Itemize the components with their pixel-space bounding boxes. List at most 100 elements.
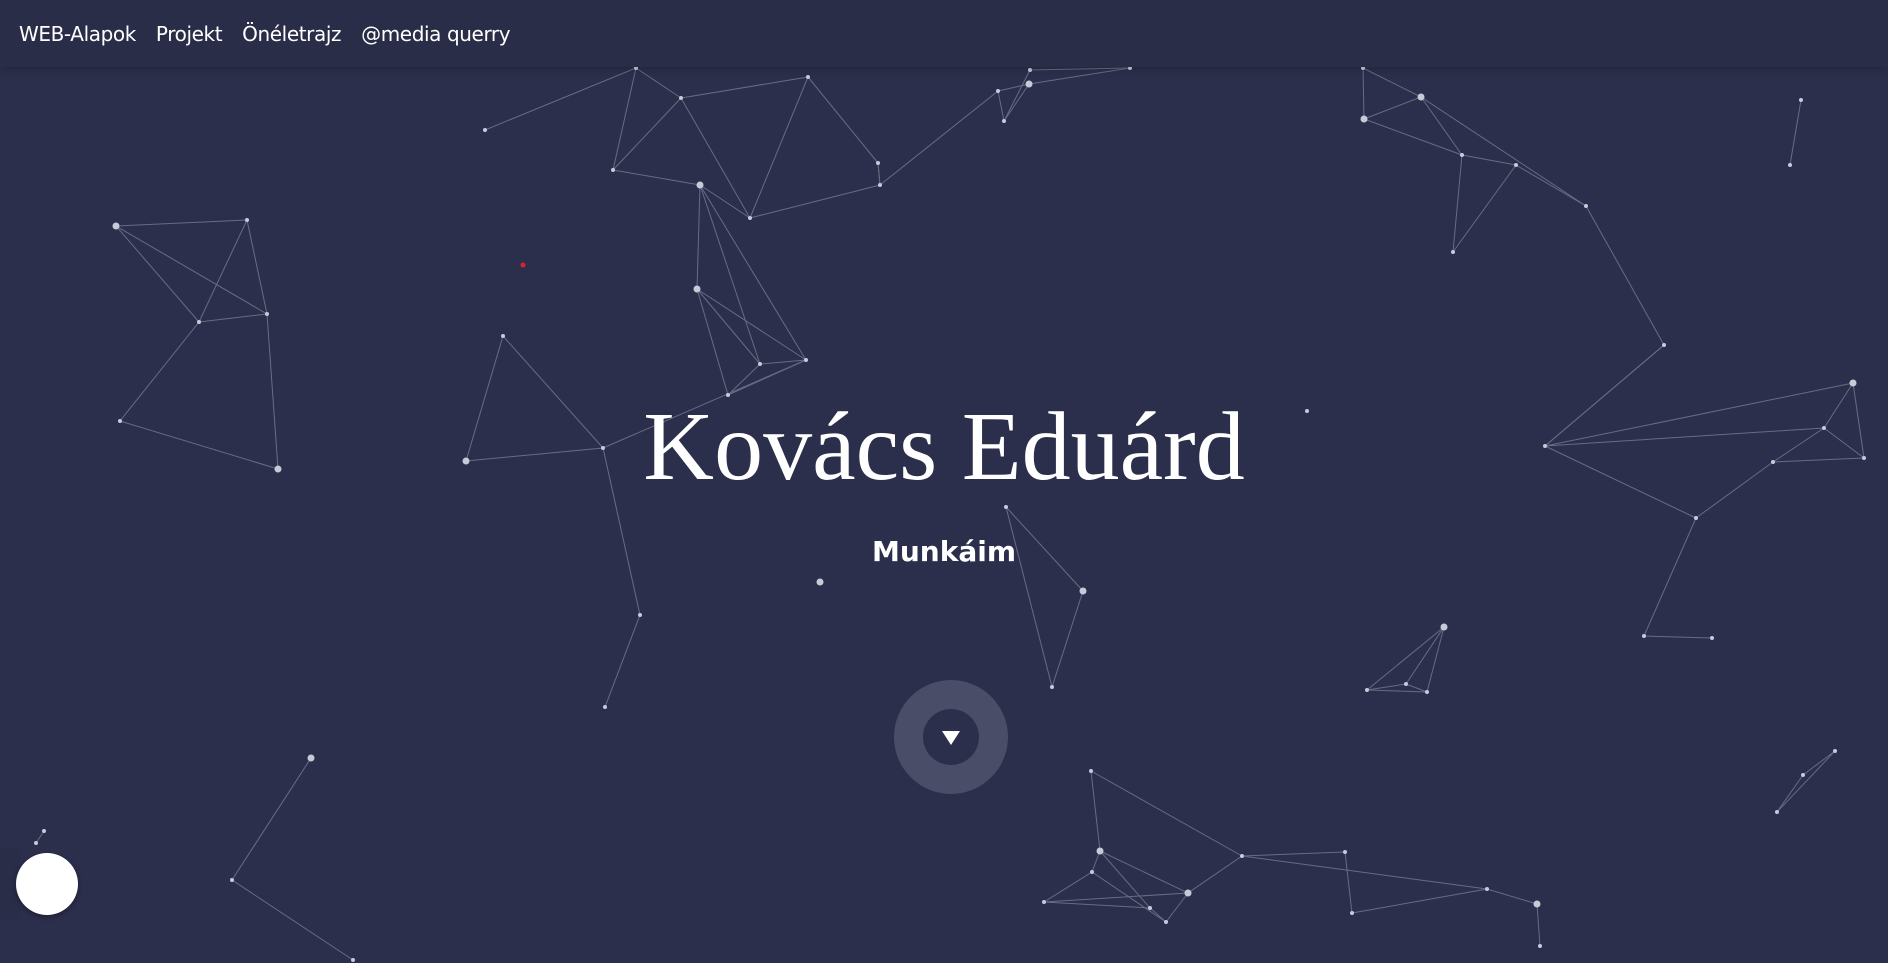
network-line <box>1426 626 1445 693</box>
nav-link-web-alapok[interactable]: WEB-Alapok <box>19 22 136 46</box>
network-line <box>1344 851 1353 914</box>
network-line <box>749 76 809 219</box>
network-dot <box>1425 690 1429 694</box>
network-line <box>1090 770 1243 857</box>
scroll-down-button[interactable] <box>894 680 1008 794</box>
network-line <box>1363 118 1463 156</box>
nav-link-oneletrajz[interactable]: Önéletrajz <box>242 22 341 46</box>
network-line <box>1362 67 1422 98</box>
network-dot <box>996 89 1000 93</box>
network-dot <box>1240 854 1244 858</box>
network-line <box>699 184 751 219</box>
network-dot <box>307 754 315 762</box>
network-line <box>1241 851 1346 857</box>
network-line <box>1351 888 1488 914</box>
network-line <box>1090 770 1101 852</box>
network-dot <box>1662 343 1666 347</box>
network-dot <box>1833 749 1837 753</box>
network-line <box>1043 892 1189 903</box>
network-dot <box>878 183 882 187</box>
network-line <box>1028 67 1131 85</box>
network-line <box>1043 901 1151 909</box>
network-line <box>35 830 45 844</box>
network-dot <box>265 312 269 316</box>
network-line <box>1536 903 1541 947</box>
network-line <box>612 169 701 186</box>
network-dot <box>1089 769 1093 773</box>
network-line <box>1366 626 1445 691</box>
network-dot <box>1360 115 1368 123</box>
network-dot <box>1533 900 1541 908</box>
network-dot <box>1025 80 1033 88</box>
network-dot <box>1096 847 1104 855</box>
network-line <box>1789 99 1802 166</box>
accent-dot <box>520 262 526 268</box>
network-line <box>1405 626 1445 685</box>
network-dot <box>1584 204 1588 208</box>
network-line <box>1452 154 1463 253</box>
network-line <box>696 288 729 396</box>
network-line <box>727 363 761 396</box>
network-line <box>699 184 761 365</box>
network-dot <box>1148 906 1152 910</box>
hero-section: WEB-Alapok Projekt Önéletrajz @media que… <box>0 0 1888 963</box>
network-line <box>231 879 354 961</box>
network-line <box>1241 855 1488 890</box>
network-dot <box>876 161 880 165</box>
network-dot <box>1417 93 1425 101</box>
network-dot <box>112 222 120 230</box>
network-dot <box>806 75 810 79</box>
network-line <box>1776 774 1804 813</box>
network-line <box>879 90 999 186</box>
network-line <box>1643 635 1713 639</box>
network-line <box>246 219 268 315</box>
network-line <box>807 76 879 164</box>
network-dot <box>1090 870 1094 874</box>
network-line <box>612 67 637 171</box>
network-dot <box>1538 944 1542 948</box>
network-line <box>484 67 637 131</box>
network-dot <box>1799 98 1803 102</box>
network-dot <box>1350 911 1354 915</box>
network-dot <box>1050 685 1054 689</box>
network-dot <box>501 334 505 338</box>
hero-subtitle[interactable]: Munkáim <box>0 532 1888 572</box>
network-dot <box>1002 119 1006 123</box>
network-dot <box>603 705 607 709</box>
network-dot <box>1775 810 1779 814</box>
network-line <box>604 614 641 708</box>
network-line <box>1099 850 1151 909</box>
network-dot <box>1849 379 1857 387</box>
network-dot <box>1710 636 1714 640</box>
scroll-down-inner <box>923 709 979 765</box>
network-line <box>1776 750 1836 813</box>
nav-link-projekt[interactable]: Projekt <box>156 22 223 46</box>
network-dot <box>1642 634 1646 638</box>
network-dot <box>638 613 642 617</box>
network-line <box>1461 154 1517 166</box>
network-dot <box>245 218 249 222</box>
network-line <box>997 90 1005 122</box>
hero-title: Kovács Eduárd <box>643 393 1245 501</box>
network-dot <box>1440 623 1448 631</box>
network-line <box>1515 164 1587 207</box>
network-line <box>1366 689 1428 693</box>
theme-toggle-button[interactable] <box>16 853 78 915</box>
network-dot <box>1184 889 1192 897</box>
network-dot <box>1460 153 1464 157</box>
network-line <box>696 288 761 365</box>
network-dot <box>1404 682 1408 686</box>
network-dot <box>34 841 38 845</box>
network-dot <box>1079 587 1087 595</box>
network-line <box>696 288 807 361</box>
network-line <box>680 97 751 219</box>
network-line <box>1362 67 1365 120</box>
network-dot <box>611 168 615 172</box>
network-dot <box>1788 163 1792 167</box>
network-line <box>749 184 881 219</box>
nav-link-media-querry[interactable]: @media querry <box>361 22 510 46</box>
network-dot <box>1514 163 1518 167</box>
network-dot <box>351 958 355 962</box>
network-line <box>680 76 809 99</box>
network-line <box>1003 83 1030 122</box>
